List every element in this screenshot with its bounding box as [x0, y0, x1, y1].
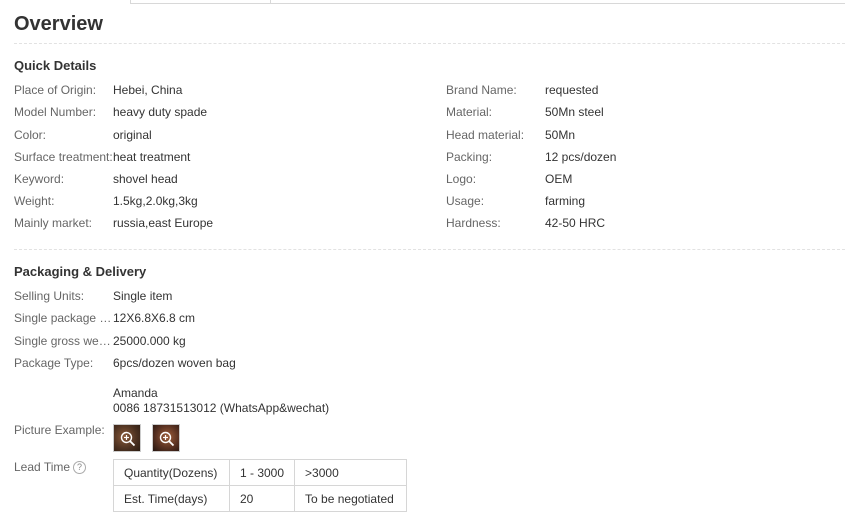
tab-separator — [130, 0, 131, 4]
table-cell: Est. Time(days) — [113, 485, 230, 512]
picture-thumbnail[interactable] — [113, 424, 141, 452]
detail-label: Brand Name: — [446, 83, 517, 97]
table-cell: To be negotiated — [294, 485, 408, 512]
packaging-label: Package Type: — [14, 356, 94, 370]
detail-label: Usage: — [446, 194, 485, 208]
detail-label: Head material: — [446, 128, 525, 142]
contact-name: Amanda — [113, 386, 158, 400]
detail-label: Place of Origin: — [14, 83, 97, 97]
detail-label: Keyword: — [14, 172, 65, 186]
table-cell: Quantity(Dozens) — [113, 459, 230, 486]
zoom-in-icon — [159, 431, 175, 447]
page-title: Overview — [14, 13, 103, 35]
detail-value: 50Mn — [545, 128, 576, 142]
divider — [14, 43, 845, 44]
zoom-in-icon — [120, 431, 136, 447]
packaging-label: Single package size: — [14, 311, 113, 325]
detail-label: Surface treatment: — [14, 150, 113, 164]
detail-value: 50Mn steel — [545, 105, 604, 119]
tab-separator — [270, 0, 271, 4]
lead-time-label-row: Lead Time? — [14, 459, 87, 475]
quick-details-heading: Quick Details — [14, 58, 97, 73]
detail-value: shovel head — [113, 172, 178, 186]
tab-underline — [130, 3, 845, 4]
table-row: Quantity(Dozens) 1 - 3000 >3000 — [113, 459, 408, 486]
packaging-heading: Packaging & Delivery — [14, 264, 147, 279]
detail-value: original — [113, 128, 152, 142]
picture-example-label: Picture Example: — [14, 423, 105, 437]
detail-value: russia,east Europe — [113, 216, 214, 230]
detail-value: 1.5kg,2.0kg,3kg — [113, 194, 198, 208]
detail-value: Hebei, China — [113, 83, 183, 97]
packaging-value: 25000.000 kg — [113, 334, 186, 348]
detail-label: Packing: — [446, 150, 493, 164]
table-cell: 20 — [228, 485, 296, 512]
detail-value: heat treatment — [113, 150, 191, 164]
tab-bar — [0, 0, 845, 4]
detail-value: 42-50 HRC — [545, 216, 606, 230]
detail-label: Logo: — [446, 172, 477, 186]
detail-label: Color: — [14, 128, 47, 142]
packaging-label: Single gross weight: — [14, 334, 113, 348]
detail-label: Hardness: — [446, 216, 501, 230]
packaging-value: Single item — [113, 289, 173, 303]
contact-phone: 0086 18731513012 (WhatsApp&wechat) — [113, 401, 330, 415]
detail-label: Mainly market: — [14, 216, 93, 230]
tab-overview[interactable] — [0, 0, 130, 4]
packaging-label: Selling Units: — [14, 289, 85, 303]
divider — [14, 249, 845, 250]
table-cell: 1 - 3000 — [228, 459, 296, 486]
detail-value: requested — [545, 83, 599, 97]
detail-label: Weight: — [14, 194, 55, 208]
lead-time-label: Lead Time — [14, 460, 71, 474]
table-cell: >3000 — [294, 459, 408, 486]
question-mark-icon[interactable]: ? — [73, 461, 87, 475]
lead-time-table: Quantity(Dozens) 1 - 3000 >3000 Est. Tim… — [113, 459, 408, 512]
detail-value: heavy duty spade — [113, 105, 208, 119]
detail-label: Model Number: — [14, 105, 97, 119]
detail-label: Material: — [446, 105, 493, 119]
packaging-value: 6pcs/dozen woven bag — [113, 356, 236, 370]
picture-thumbnail[interactable] — [152, 424, 180, 452]
detail-value: farming — [545, 194, 586, 208]
packaging-value: 12X6.8X6.8 cm — [113, 311, 196, 325]
detail-value: OEM — [545, 172, 573, 186]
table-row: Est. Time(days) 20 To be negotiated — [113, 485, 408, 512]
detail-value: 12 pcs/dozen — [545, 150, 617, 164]
